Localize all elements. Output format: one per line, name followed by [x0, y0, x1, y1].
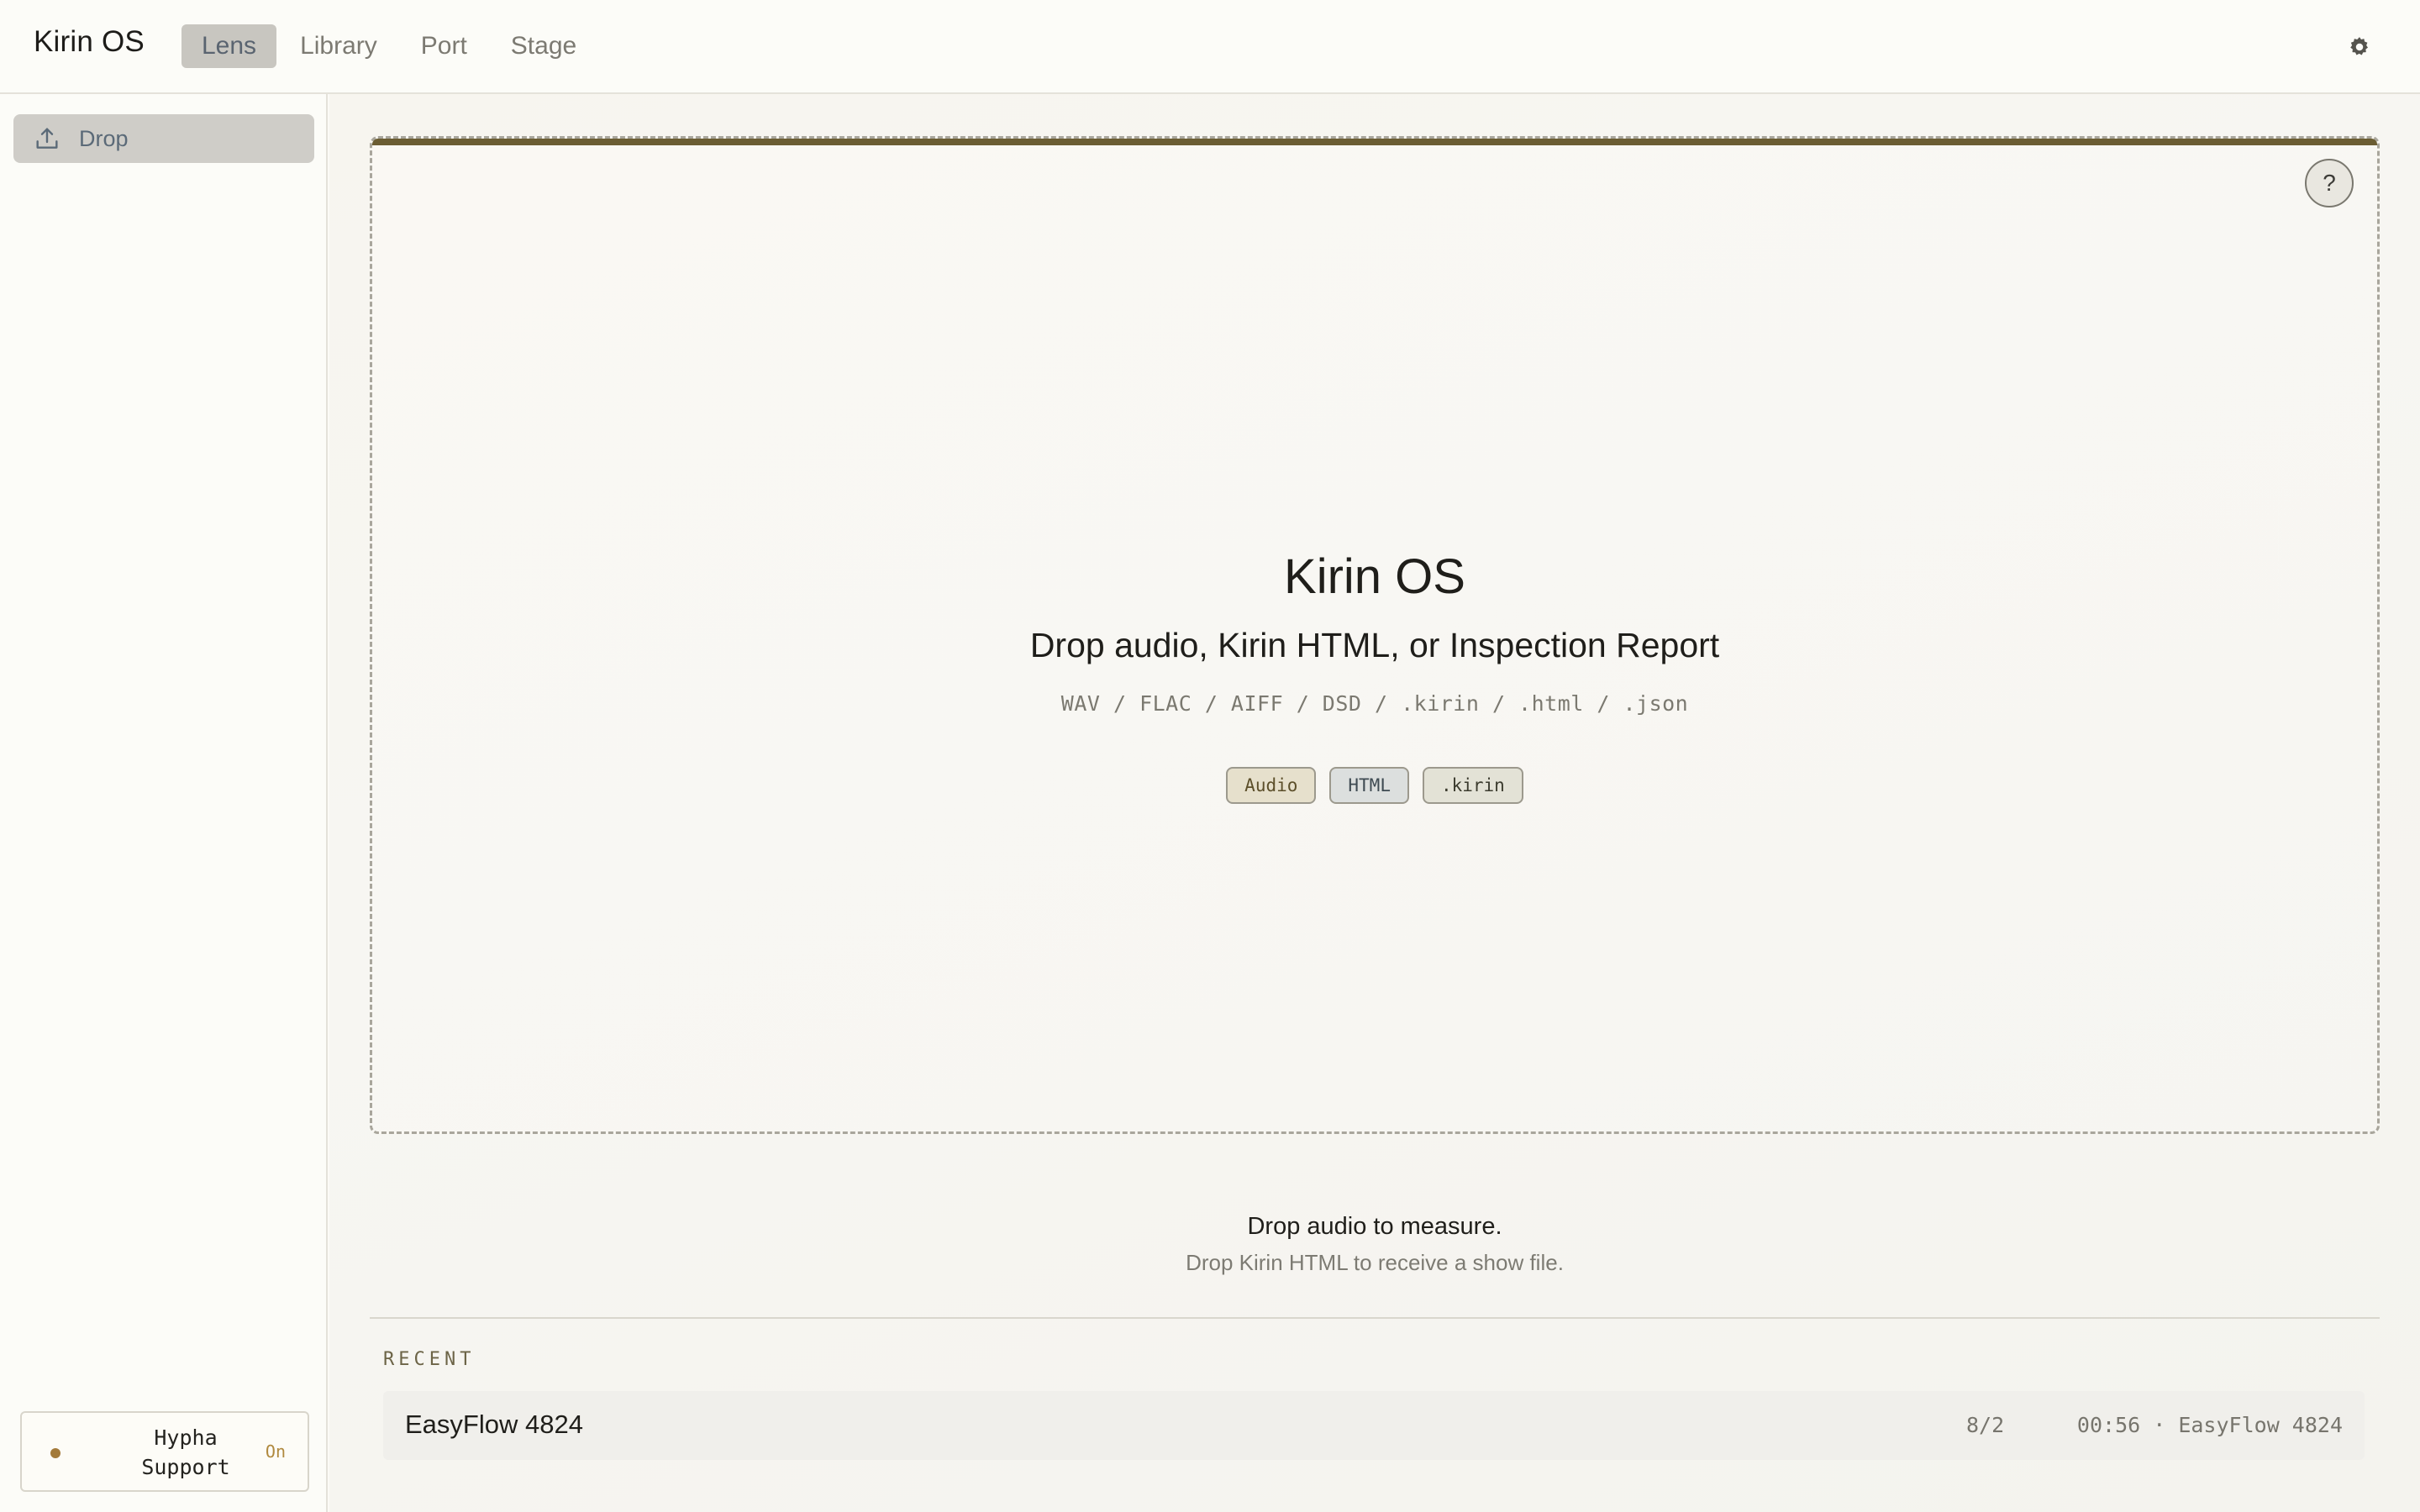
sidebar: Drop Hypha Support On: [0, 94, 328, 1512]
hypha-label: Hypha Support: [141, 1425, 230, 1479]
tab-port[interactable]: Port: [401, 24, 487, 68]
tab-library[interactable]: Library: [280, 24, 397, 68]
format-chips: Audio HTML .kirin: [372, 767, 2377, 804]
main-content: ? Kirin OS Drop audio, Kirin HTML, or In…: [329, 94, 2420, 1512]
sidebar-item-drop[interactable]: Drop: [13, 114, 314, 163]
status-dot: [50, 1448, 60, 1458]
list-item[interactable]: EasyFlow 4824 8/2 00:56 · EasyFlow 4824: [383, 1391, 2365, 1460]
recent-item-title: EasyFlow 4824: [405, 1410, 583, 1439]
recent-item-ratio: 8/2: [1966, 1413, 2005, 1437]
chip-kirin[interactable]: .kirin: [1422, 767, 1523, 804]
chip-html[interactable]: HTML: [1329, 767, 1409, 804]
drop-zone-subtitle: Drop audio, Kirin HTML, or Inspection Re…: [1029, 626, 1720, 664]
gear-icon[interactable]: [2341, 29, 2378, 66]
hypha-state: On: [265, 1441, 286, 1462]
chip-audio[interactable]: Audio: [1226, 767, 1317, 804]
upload-icon: [34, 124, 62, 153]
drop-zone-accent-bar: [372, 139, 2377, 145]
supported-formats: WAV / FLAC / AIFF / DSD / .kirin / .html…: [1060, 691, 1689, 716]
drop-zone-title: Kirin OS: [1284, 549, 1465, 604]
tab-lens[interactable]: Lens: [182, 24, 277, 68]
app-title: Kirin OS: [34, 25, 145, 58]
recent-item-meta: 00:56 · EasyFlow 4824: [2076, 1413, 2343, 1437]
help-button[interactable]: ?: [2305, 159, 2354, 207]
sidebar-item-label: Drop: [79, 125, 129, 151]
main-tabs: Lens Library Port Stage: [182, 24, 597, 68]
recent-section-label: RECENT: [383, 1349, 476, 1370]
hypha-support-toggle[interactable]: Hypha Support On: [20, 1411, 309, 1492]
status-message-subtitle: Drop Kirin HTML to receive a show file.: [1186, 1250, 1564, 1275]
divider: [370, 1317, 2380, 1319]
status-message-title: Drop audio to measure.: [1247, 1213, 1502, 1240]
app-window: Kirin OS Lens Library Port Stage Drop Hy…: [0, 0, 2420, 1512]
tab-stage[interactable]: Stage: [491, 24, 597, 68]
drop-zone[interactable]: ? Kirin OS Drop audio, Kirin HTML, or In…: [370, 136, 2380, 1134]
top-bar: Kirin OS Lens Library Port Stage: [0, 0, 2420, 94]
